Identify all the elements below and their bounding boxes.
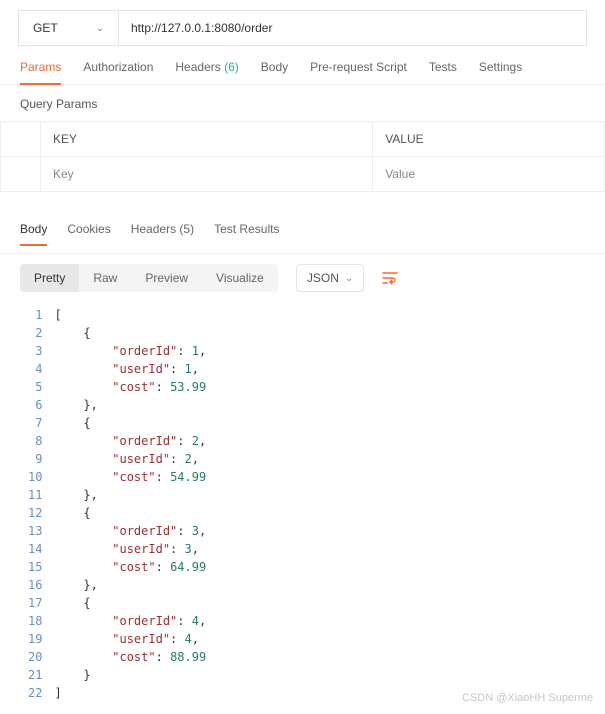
- chevron-down-icon: ⌄: [96, 23, 104, 34]
- view-pretty[interactable]: Pretty: [20, 264, 79, 292]
- tab-params[interactable]: Params: [20, 60, 61, 85]
- tab-tests[interactable]: Tests: [429, 60, 457, 84]
- request-bar: GET ⌄ http://127.0.0.1:8080/order: [18, 10, 587, 46]
- tab-prerequest[interactable]: Pre-request Script: [310, 60, 407, 84]
- method-select[interactable]: GET ⌄: [19, 11, 119, 45]
- kv-value-header: VALUE: [373, 122, 605, 157]
- kv-key-header: KEY: [41, 122, 373, 157]
- wrap-lines-button[interactable]: [374, 265, 406, 291]
- chevron-down-icon: ⌄: [345, 273, 353, 284]
- view-visualize[interactable]: Visualize: [202, 264, 278, 292]
- view-raw[interactable]: Raw: [79, 264, 131, 292]
- view-mode-segment: Pretty Raw Preview Visualize: [20, 264, 278, 292]
- response-code-area[interactable]: 12345678910111213141516171819202122 [ { …: [0, 302, 605, 712]
- tab-body[interactable]: Body: [261, 60, 288, 84]
- kv-checkbox-cell[interactable]: [1, 157, 41, 192]
- response-toolbar: Pretty Raw Preview Visualize JSON ⌄: [0, 254, 605, 302]
- response-type-select[interactable]: JSON ⌄: [296, 264, 364, 292]
- resp-tab-cookies[interactable]: Cookies: [67, 222, 110, 245]
- response-type-label: JSON: [307, 271, 339, 285]
- url-input[interactable]: http://127.0.0.1:8080/order: [119, 11, 586, 45]
- tab-settings[interactable]: Settings: [479, 60, 522, 84]
- tab-headers[interactable]: Headers (6): [175, 60, 238, 84]
- kv-key-input[interactable]: Key: [41, 157, 373, 192]
- kv-checkbox-header: [1, 122, 41, 157]
- resp-tab-headers[interactable]: Headers (5): [131, 222, 194, 245]
- query-params-title: Query Params: [0, 85, 605, 121]
- tab-headers-count: (6): [224, 60, 239, 74]
- view-preview[interactable]: Preview: [131, 264, 202, 292]
- kv-value-input[interactable]: Value: [373, 157, 605, 192]
- resp-tab-test-results[interactable]: Test Results: [214, 222, 279, 245]
- query-params-table: KEY VALUE Key Value: [0, 121, 605, 192]
- table-row: Key Value: [1, 157, 605, 192]
- response-body-code: [ { "orderId": 1, "userId": 1, "cost": 5…: [54, 306, 605, 702]
- method-label: GET: [33, 21, 58, 35]
- resp-headers-count: (5): [179, 222, 194, 236]
- wrap-icon: [382, 271, 398, 285]
- tab-headers-label: Headers: [175, 60, 220, 74]
- line-gutter: 12345678910111213141516171819202122: [0, 306, 54, 702]
- tab-authorization[interactable]: Authorization: [83, 60, 153, 84]
- resp-tab-body[interactable]: Body: [20, 222, 47, 246]
- resp-headers-label: Headers: [131, 222, 176, 236]
- response-tabs: Body Cookies Headers (5) Test Results: [0, 222, 605, 254]
- watermark: CSDN @XiaoHH Superme: [462, 692, 593, 704]
- request-tabs: Params Authorization Headers (6) Body Pr…: [0, 46, 605, 85]
